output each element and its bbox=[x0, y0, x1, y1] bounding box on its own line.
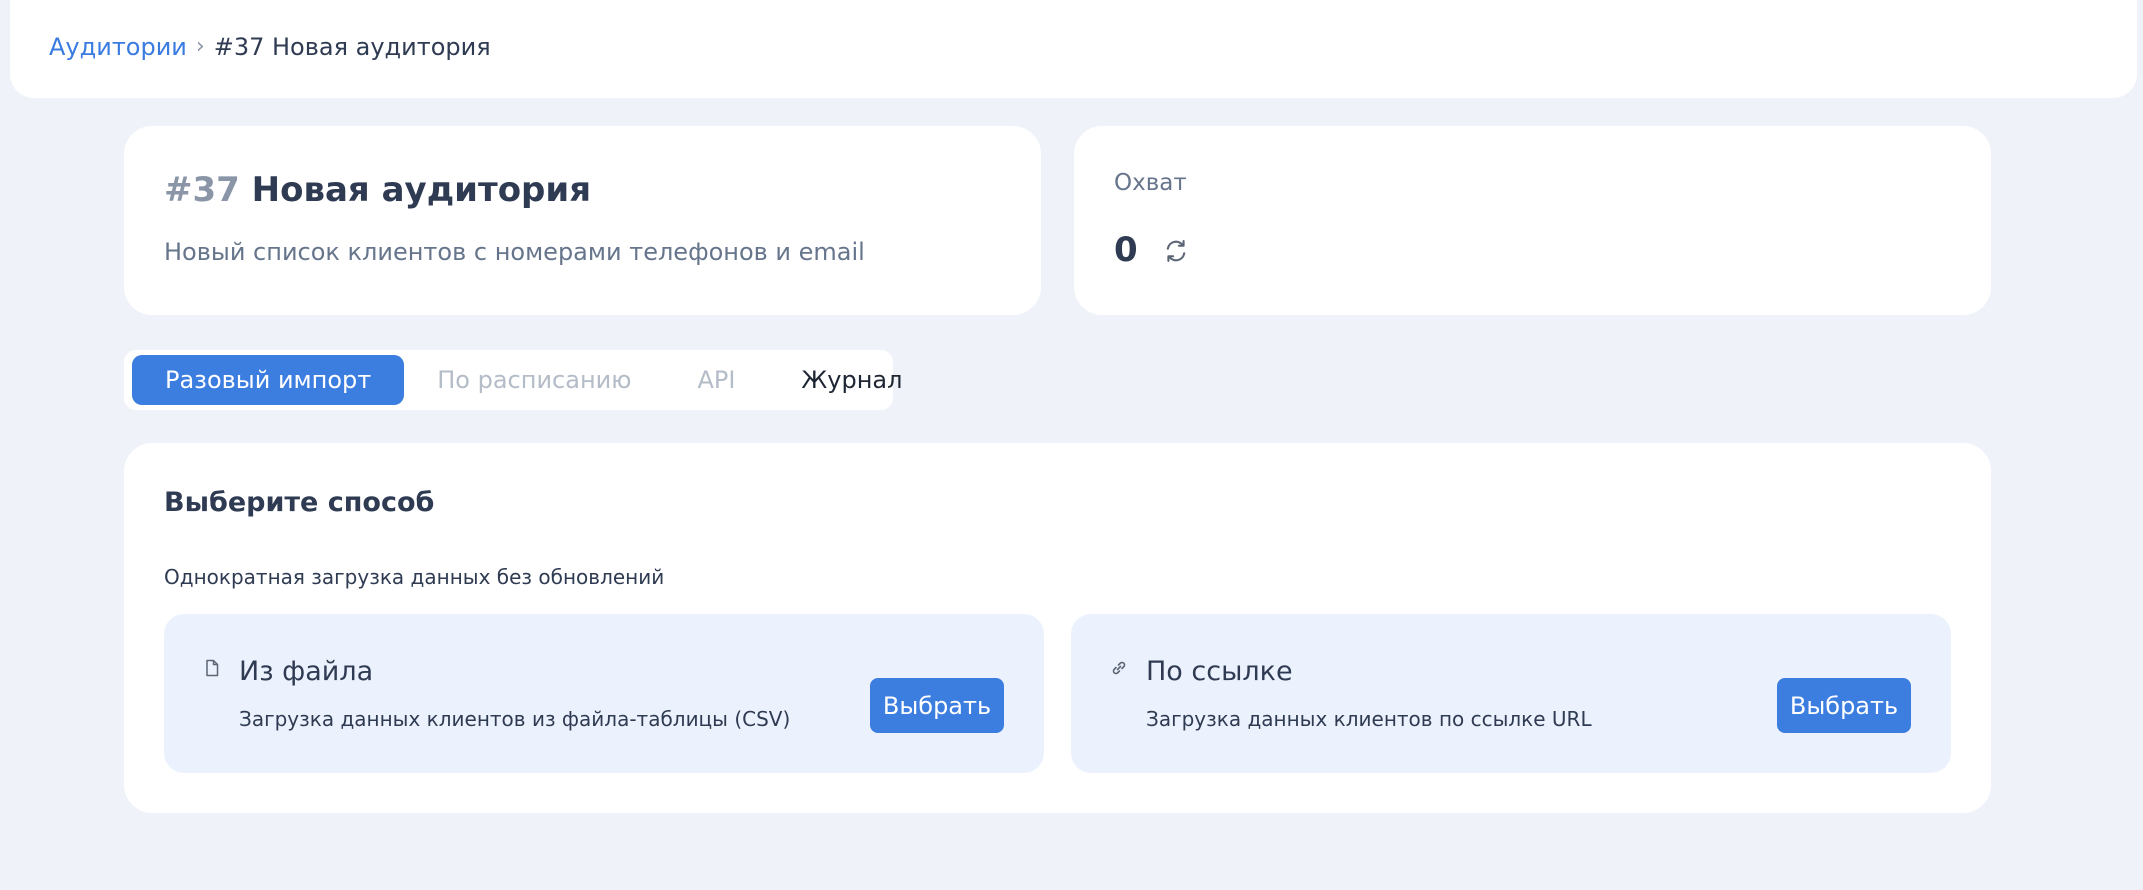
option-from-file: Из файла Загрузка данных клиентов из фай… bbox=[164, 614, 1044, 773]
page-title: #37 Новая аудитория bbox=[164, 168, 591, 212]
select-file-button[interactable]: Выбрать bbox=[870, 678, 1004, 733]
audience-info-card: #37 Новая аудитория Новый список клиенто… bbox=[124, 126, 1041, 315]
import-tabs: Разовый импорт По расписанию API Журнал bbox=[124, 350, 902, 410]
tab-api[interactable]: API bbox=[664, 355, 768, 405]
audience-description: Новый список клиентов с номерами телефон… bbox=[164, 238, 865, 266]
tab-journal[interactable]: Журнал bbox=[768, 355, 935, 405]
tab-one-time-import[interactable]: Разовый импорт bbox=[132, 355, 405, 405]
breadcrumb-link-audiences[interactable]: Аудитории bbox=[49, 32, 187, 62]
option-link-title: По ссылке bbox=[1146, 656, 1293, 687]
reach-card: Охват 0 bbox=[1074, 126, 1991, 315]
method-description: Однократная загрузка данных без обновлен… bbox=[164, 565, 665, 589]
reach-value: 0 bbox=[1114, 230, 1138, 270]
link-icon bbox=[1109, 658, 1129, 678]
select-link-button[interactable]: Выбрать bbox=[1777, 678, 1911, 733]
refresh-icon[interactable] bbox=[1162, 237, 1190, 265]
option-link-description: Загрузка данных клиентов по ссылке URL bbox=[1146, 707, 1592, 731]
breadcrumb-current: #37 Новая аудитория bbox=[213, 33, 491, 61]
method-card: Выберите способ Однократная загрузка дан… bbox=[124, 443, 1991, 813]
reach-label: Охват bbox=[1114, 170, 1187, 196]
top-bar: Аудитории › #37 Новая аудитория bbox=[10, 0, 2137, 98]
audience-number: #37 bbox=[164, 170, 240, 210]
option-by-link: По ссылке Загрузка данных клиентов по сс… bbox=[1071, 614, 1951, 773]
file-icon bbox=[202, 658, 222, 678]
breadcrumb-separator: › bbox=[195, 34, 205, 59]
breadcrumb: Аудитории › #37 Новая аудитория bbox=[49, 32, 491, 62]
tab-scheduled[interactable]: По расписанию bbox=[404, 355, 664, 405]
option-file-title: Из файла bbox=[239, 656, 374, 687]
option-file-description: Загрузка данных клиентов из файла-таблиц… bbox=[239, 707, 791, 731]
audience-name: Новая аудитория bbox=[251, 170, 592, 210]
method-title: Выберите способ bbox=[164, 487, 435, 518]
